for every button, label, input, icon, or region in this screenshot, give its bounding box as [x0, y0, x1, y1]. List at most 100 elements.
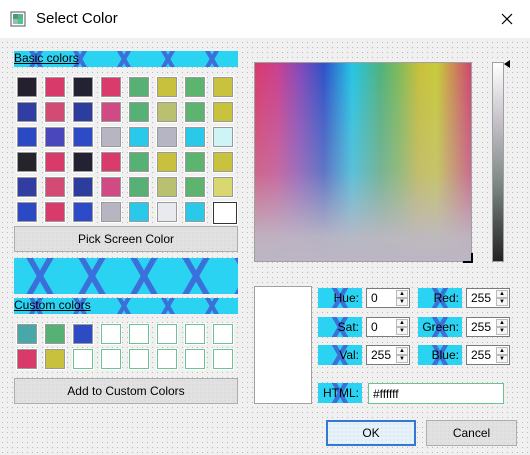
- green-value: 255: [471, 320, 492, 334]
- pick-screen-color-button[interactable]: Pick Screen Color: [14, 226, 238, 252]
- basic-color-swatch[interactable]: [16, 126, 38, 148]
- hue-spinbox[interactable]: 0 ▲ ▼: [366, 288, 410, 308]
- basic-color-swatch[interactable]: [72, 201, 94, 223]
- luminance-slider-handle[interactable]: [504, 60, 510, 68]
- spin-down-icon[interactable]: ▼: [396, 298, 408, 306]
- basic-color-swatch[interactable]: [16, 76, 38, 98]
- custom-colors-header: Custom colors: [14, 298, 238, 314]
- basic-color-swatch[interactable]: [44, 151, 66, 173]
- basic-color-swatch[interactable]: [212, 126, 234, 148]
- custom-color-swatch[interactable]: [72, 323, 94, 345]
- spin-down-icon[interactable]: ▼: [496, 298, 508, 306]
- custom-colors-label: Custom colors: [14, 298, 91, 312]
- custom-color-swatch[interactable]: [184, 348, 206, 370]
- blue-spinbox[interactable]: 255 ▲ ▼: [466, 345, 510, 365]
- basic-color-swatch[interactable]: [184, 126, 206, 148]
- color-spectrum-picker[interactable]: [254, 62, 472, 262]
- custom-color-swatch[interactable]: [72, 348, 94, 370]
- custom-color-swatch[interactable]: [16, 323, 38, 345]
- spin-down-icon[interactable]: ▼: [496, 327, 508, 335]
- basic-color-swatch[interactable]: [44, 126, 66, 148]
- sat-spinbox[interactable]: 0 ▲ ▼: [366, 317, 410, 337]
- spin-up-icon[interactable]: ▲: [396, 290, 408, 298]
- basic-color-swatch[interactable]: [72, 176, 94, 198]
- basic-color-swatch[interactable]: [44, 101, 66, 123]
- spin-down-icon[interactable]: ▼: [396, 355, 408, 363]
- basic-color-swatch[interactable]: [184, 101, 206, 123]
- custom-color-swatch[interactable]: [16, 348, 38, 370]
- spectrum-crosshair[interactable]: [463, 253, 473, 263]
- basic-color-swatch[interactable]: [16, 101, 38, 123]
- basic-color-swatch[interactable]: [128, 76, 150, 98]
- close-icon: [501, 13, 513, 25]
- red-spinbox[interactable]: 255 ▲ ▼: [466, 288, 510, 308]
- basic-color-swatch[interactable]: [128, 151, 150, 173]
- basic-color-swatch[interactable]: [212, 201, 238, 225]
- basic-color-swatch[interactable]: [156, 76, 178, 98]
- spin-up-icon[interactable]: ▲: [496, 347, 508, 355]
- spin-up-icon[interactable]: ▲: [396, 347, 408, 355]
- basic-color-swatch[interactable]: [128, 176, 150, 198]
- basic-color-swatch[interactable]: [44, 76, 66, 98]
- cancel-button[interactable]: Cancel: [426, 420, 517, 446]
- basic-color-swatch[interactable]: [212, 76, 234, 98]
- green-spinbox[interactable]: 255 ▲ ▼: [466, 317, 510, 337]
- basic-color-swatch[interactable]: [16, 176, 38, 198]
- basic-color-swatch[interactable]: [100, 126, 122, 148]
- add-to-custom-colors-button[interactable]: Add to Custom Colors: [14, 378, 238, 404]
- custom-color-swatch[interactable]: [212, 323, 234, 345]
- basic-color-swatch[interactable]: [156, 201, 178, 223]
- html-color-input[interactable]: #ffffff: [368, 383, 504, 404]
- basic-color-swatch[interactable]: [156, 151, 178, 173]
- basic-color-swatch[interactable]: [156, 126, 178, 148]
- basic-color-swatch[interactable]: [212, 151, 234, 173]
- basic-color-swatch[interactable]: [212, 176, 234, 198]
- basic-color-swatch[interactable]: [16, 151, 38, 173]
- spin-down-icon[interactable]: ▼: [496, 355, 508, 363]
- basic-color-swatch[interactable]: [100, 176, 122, 198]
- basic-color-swatch[interactable]: [184, 201, 206, 223]
- basic-color-swatch[interactable]: [156, 101, 178, 123]
- custom-color-swatch[interactable]: [128, 348, 150, 370]
- spin-up-icon[interactable]: ▲: [496, 290, 508, 298]
- val-spinbox[interactable]: 255 ▲ ▼: [366, 345, 410, 365]
- basic-color-swatch[interactable]: [100, 101, 122, 123]
- basic-color-swatch[interactable]: [128, 201, 150, 223]
- basic-color-swatch[interactable]: [72, 101, 94, 123]
- val-value: 255: [371, 348, 392, 362]
- custom-color-swatch[interactable]: [212, 348, 234, 370]
- basic-color-swatch[interactable]: [128, 126, 150, 148]
- basic-color-swatch[interactable]: [156, 176, 178, 198]
- basic-color-swatch[interactable]: [72, 76, 94, 98]
- basic-color-swatch[interactable]: [44, 201, 66, 223]
- basic-color-swatch[interactable]: [16, 201, 38, 223]
- basic-color-swatch[interactable]: [72, 126, 94, 148]
- basic-color-swatch[interactable]: [100, 201, 122, 223]
- basic-color-swatch[interactable]: [44, 176, 66, 198]
- custom-color-swatch[interactable]: [156, 323, 178, 345]
- basic-color-swatch[interactable]: [72, 151, 94, 173]
- spin-up-icon[interactable]: ▲: [496, 319, 508, 327]
- basic-color-swatch[interactable]: [212, 101, 234, 123]
- basic-color-swatch[interactable]: [184, 76, 206, 98]
- custom-color-swatch[interactable]: [184, 323, 206, 345]
- sat-value: 0: [371, 320, 378, 334]
- custom-color-swatch[interactable]: [100, 348, 122, 370]
- custom-color-swatch[interactable]: [44, 323, 66, 345]
- close-button[interactable]: [492, 6, 522, 32]
- window-title: Select Color: [36, 10, 118, 27]
- basic-color-swatch[interactable]: [100, 76, 122, 98]
- luminance-slider[interactable]: [492, 62, 504, 262]
- basic-color-swatch[interactable]: [100, 151, 122, 173]
- basic-color-swatch[interactable]: [184, 151, 206, 173]
- basic-color-swatch[interactable]: [184, 176, 206, 198]
- spin-up-icon[interactable]: ▲: [396, 319, 408, 327]
- spin-down-icon[interactable]: ▼: [396, 327, 408, 335]
- custom-color-swatch[interactable]: [156, 348, 178, 370]
- add-to-custom-colors-label: Add to Custom Colors: [67, 384, 185, 398]
- custom-color-swatch[interactable]: [100, 323, 122, 345]
- custom-color-swatch[interactable]: [128, 323, 150, 345]
- custom-color-swatch[interactable]: [44, 348, 66, 370]
- ok-button[interactable]: OK: [326, 420, 416, 446]
- basic-color-swatch[interactable]: [128, 101, 150, 123]
